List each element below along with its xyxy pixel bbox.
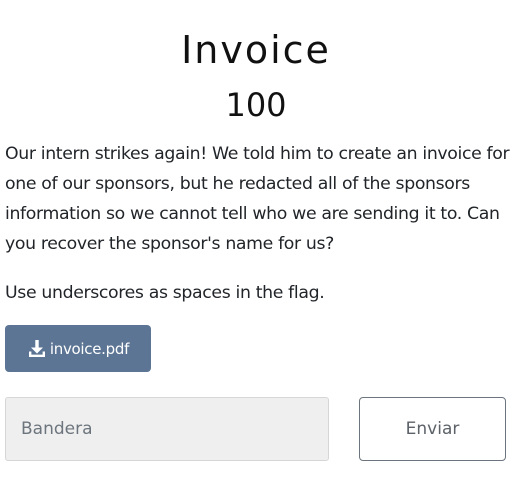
challenge-modal: Invoice 100 Our intern strikes again! We…: [0, 0, 525, 481]
challenge-points: 100: [225, 86, 287, 124]
submit-button[interactable]: Enviar: [359, 397, 506, 461]
file-name-label: invoice.pdf: [49, 339, 130, 358]
download-file-button[interactable]: invoice.pdf: [5, 325, 151, 372]
challenge-hint: Use underscores as spaces in the flag.: [5, 283, 325, 303]
challenge-description: Our intern strikes again! We told him to…: [5, 144, 510, 254]
flag-input[interactable]: [5, 397, 329, 461]
challenge-name: Invoice: [181, 28, 331, 72]
download-icon: [27, 339, 47, 359]
